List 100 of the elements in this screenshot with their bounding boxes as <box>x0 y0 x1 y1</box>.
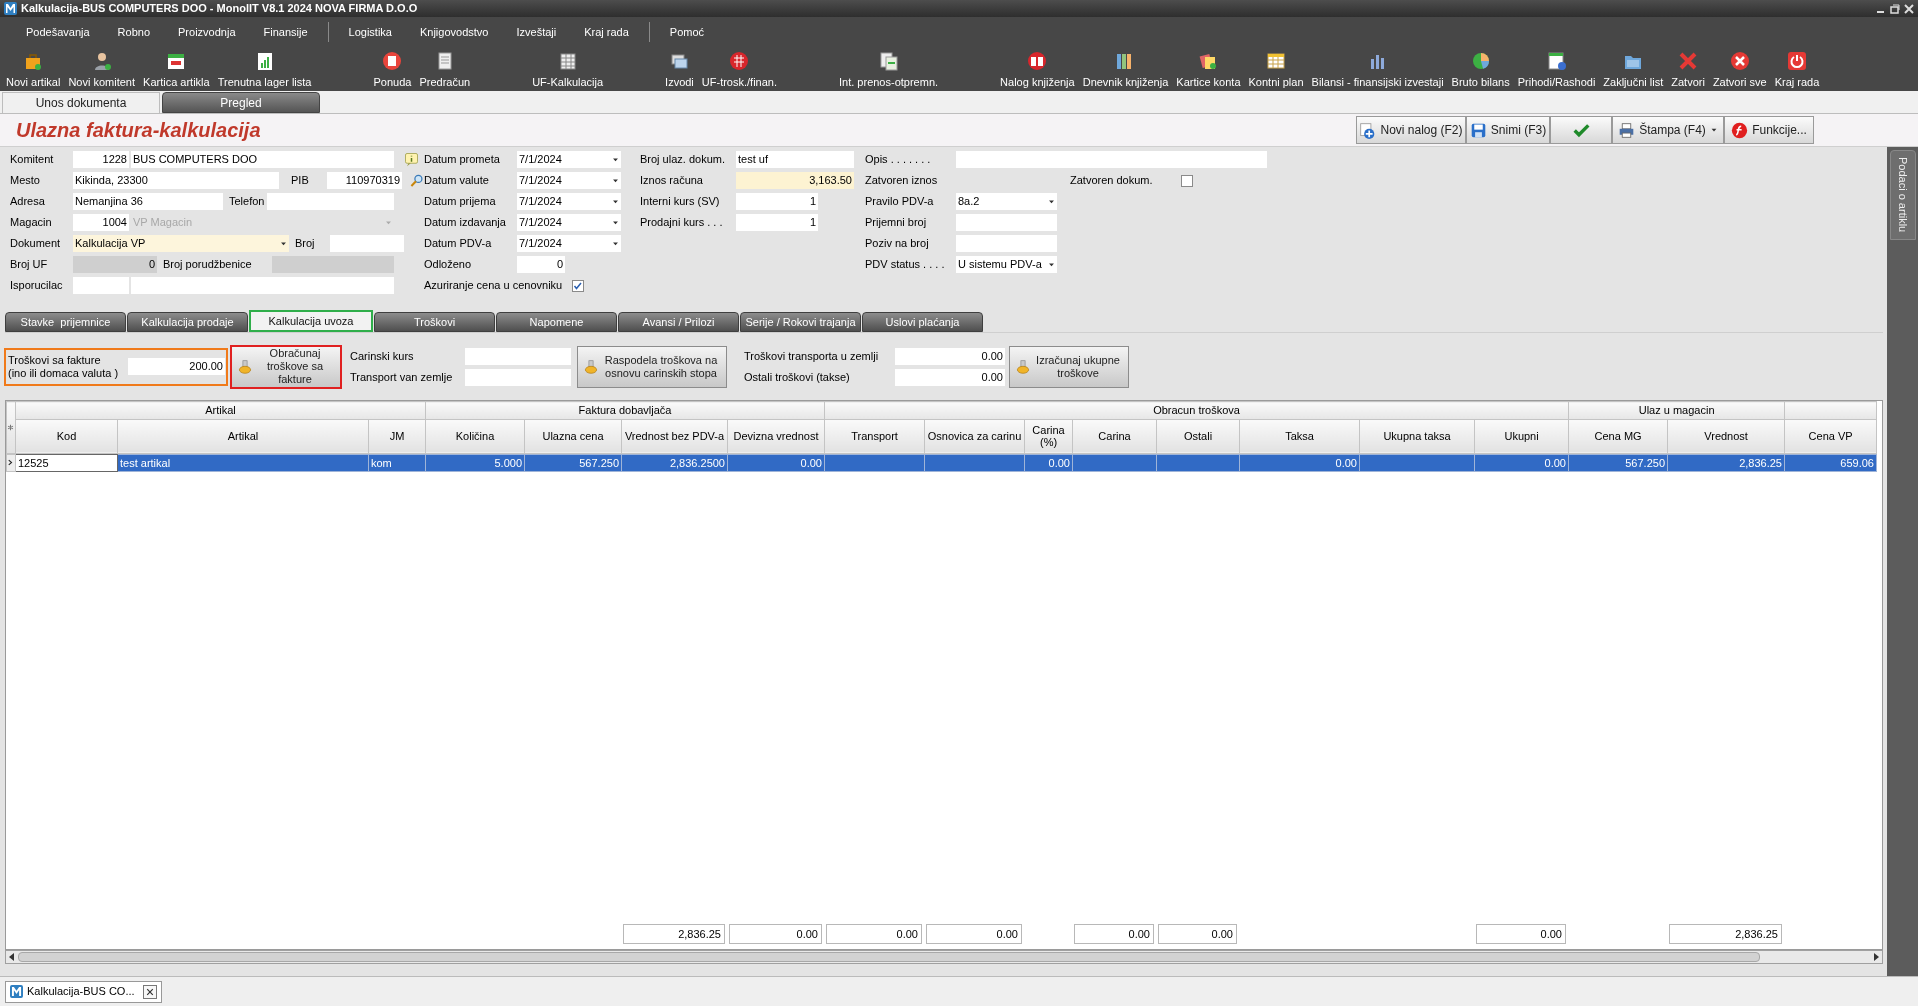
input-field[interactable] <box>956 235 1057 252</box>
column-header[interactable]: Transport <box>824 419 925 453</box>
input-field[interactable]: 1 <box>736 193 818 210</box>
action-button[interactable]: Izračunaj ukupne troškove <box>1009 345 1129 388</box>
toolbar-button[interactable]: Novi artikal <box>2 47 65 91</box>
column-header[interactable]: Devizna vrednost <box>727 419 825 453</box>
side-panel-tab[interactable]: Podaci o artiklu <box>1889 150 1916 240</box>
input-field[interactable]: 1 <box>736 214 818 231</box>
toolbar-button[interactable]: Štampa (F4) <box>1612 116 1724 144</box>
menu-item[interactable]: Logistika <box>334 23 406 41</box>
input-field[interactable] <box>330 235 404 252</box>
toolbar-button[interactable]: Kontni plan <box>1244 47 1308 91</box>
column-header[interactable]: Carina (%) <box>1024 419 1073 453</box>
action-button[interactable]: Obračunaj troškove sa fakture <box>230 344 342 389</box>
toolbar-button[interactable]: Funkcije... <box>1724 116 1814 144</box>
toolbar-button[interactable]: UF-trosk./finan. <box>697 47 781 91</box>
input-field[interactable]: Kikinda, 23300 <box>73 172 279 189</box>
document-tab[interactable]: Unos dokumenta <box>2 92 160 113</box>
input-field[interactable] <box>131 277 394 294</box>
toolbar-button[interactable]: Izvodi <box>661 47 698 91</box>
toolbar-button[interactable]: Int. prenos-otpremn. <box>835 47 943 91</box>
toolbar-button[interactable]: Zatvori <box>1667 47 1709 91</box>
input-field[interactable]: BUS COMPUTERS DOO <box>131 151 394 168</box>
tab[interactable]: Kalkulacija uvoza <box>249 310 373 332</box>
action-button[interactable]: Raspodela troškova na osnovu carinskih stopa <box>577 345 727 388</box>
menu-item[interactable]: Proizvodnja <box>164 23 250 41</box>
input-field[interactable] <box>267 193 394 210</box>
input-field[interactable]: 1228 <box>73 151 129 168</box>
input-field[interactable]: 200.00 <box>128 358 225 375</box>
toolbar-button[interactable] <box>1550 116 1612 144</box>
column-header[interactable]: Vrednost bez PDV-a <box>621 419 728 453</box>
input-field[interactable]: 0.00 <box>895 368 1005 386</box>
input-field[interactable]: Nemanjina 36 <box>73 193 223 210</box>
toolbar-button[interactable]: Trenutna lager lista <box>213 47 316 91</box>
column-header[interactable]: Ulazna cena <box>524 419 622 453</box>
checkbox[interactable] <box>572 279 584 292</box>
table-row[interactable]: 12525 test artikal kom 5.000 567.250 2,836.2500 0.00 0.00 0.00 0.00 567.250 2,836.25 659.06 <box>6 454 1877 472</box>
dropdown-field[interactable]: 7/1/2024 <box>517 172 621 189</box>
tab[interactable]: Stavke prijemnice <box>5 312 126 332</box>
column-header[interactable]: Vrednost <box>1667 419 1785 453</box>
menu-item[interactable]: Robno <box>103 23 165 41</box>
toolbar-button[interactable]: Predračun <box>415 47 475 91</box>
toolbar-button[interactable]: Novi komitent <box>64 47 140 91</box>
toolbar-button[interactable]: Prihodi/Rashodi <box>1513 47 1600 91</box>
horizontal-scrollbar[interactable] <box>5 950 1883 964</box>
dropdown-field[interactable]: 7/1/2024 <box>517 151 621 168</box>
column-header[interactable]: JM <box>368 419 426 453</box>
dropdown-field[interactable]: Kalkulacija VP <box>73 235 289 252</box>
toolbar-button[interactable]: Snimi (F3) <box>1466 116 1550 144</box>
tab[interactable]: Avansi / Prilozi <box>618 312 739 332</box>
tab[interactable]: Uslovi plaćanja <box>862 312 983 332</box>
menu-item[interactable]: Finansije <box>249 23 322 41</box>
menu-item[interactable]: Podešavanja <box>12 23 104 41</box>
menu-item[interactable]: Kraj rada <box>570 23 643 41</box>
restore-icon[interactable] <box>1890 3 1900 14</box>
column-header[interactable]: Cena VP <box>1784 419 1877 453</box>
input-field[interactable]: 0 <box>73 256 157 273</box>
info-icon[interactable] <box>404 152 419 167</box>
input-field[interactable]: 0 <box>517 256 565 273</box>
dropdown-field[interactable]: 7/1/2024 <box>517 193 621 210</box>
input-field[interactable] <box>956 214 1057 231</box>
menu-item[interactable]: Pomoć <box>655 23 719 41</box>
input-field[interactable] <box>73 277 129 294</box>
toolbar-button[interactable]: Bruto bilans <box>1447 47 1514 91</box>
tab[interactable]: Serije / Rokovi trajanja <box>740 312 861 332</box>
column-header[interactable]: Taksa <box>1239 419 1360 453</box>
column-header[interactable]: Ukupni <box>1474 419 1569 453</box>
toolbar-button[interactable]: Nalog knjiženja <box>996 47 1079 91</box>
input-field[interactable]: 3,163.50 <box>736 172 854 189</box>
tab[interactable]: Napomene <box>496 312 617 332</box>
toolbar-button[interactable]: Zaključni list <box>1599 47 1668 91</box>
column-header[interactable]: Osnovica za carinu <box>924 419 1025 453</box>
toolbar-button[interactable]: Kraj rada <box>1770 47 1824 91</box>
dropdown-field[interactable]: 7/1/2024 <box>517 235 621 252</box>
toolbar-button[interactable]: Bilansi - finansijski izvestaji <box>1307 47 1448 91</box>
input-field[interactable] <box>956 151 1267 168</box>
toolbar-button[interactable]: Kartice konta <box>1172 47 1245 91</box>
menu-item[interactable]: Izveštaji <box>502 23 571 41</box>
toolbar-button[interactable]: UF-Kalkulacija <box>528 47 608 91</box>
scrollbar-thumb[interactable] <box>18 952 1760 962</box>
taskbar-tab[interactable]: Kalkulacija-BUS CO... <box>5 980 162 1003</box>
input-field[interactable]: 110970319 <box>327 172 402 189</box>
column-header[interactable]: Količina <box>425 419 525 453</box>
column-header[interactable]: Kod <box>15 419 118 453</box>
column-header[interactable]: Ukupna taksa <box>1359 419 1475 453</box>
input-field[interactable] <box>465 347 571 365</box>
document-tab[interactable]: Pregled <box>162 92 320 113</box>
toolbar-button[interactable]: Novi nalog (F2) <box>1356 116 1466 144</box>
close-icon[interactable] <box>1904 3 1914 14</box>
input-field[interactable]: test uf <box>736 151 854 168</box>
toolbar-button[interactable]: Kartica artikla <box>139 47 214 91</box>
dropdown-field[interactable]: 8a.2 <box>956 193 1057 210</box>
close-button[interactable] <box>143 984 157 999</box>
column-header[interactable]: Carina <box>1072 419 1157 453</box>
input-field[interactable] <box>465 368 571 386</box>
dropdown-field[interactable]: U sistemu PDV-a <box>956 256 1057 273</box>
tab[interactable]: Troškovi <box>374 312 495 332</box>
checkbox[interactable] <box>1181 174 1193 187</box>
toolbar-button[interactable]: Ponuda <box>369 47 416 91</box>
column-header[interactable]: Cena MG <box>1568 419 1668 453</box>
